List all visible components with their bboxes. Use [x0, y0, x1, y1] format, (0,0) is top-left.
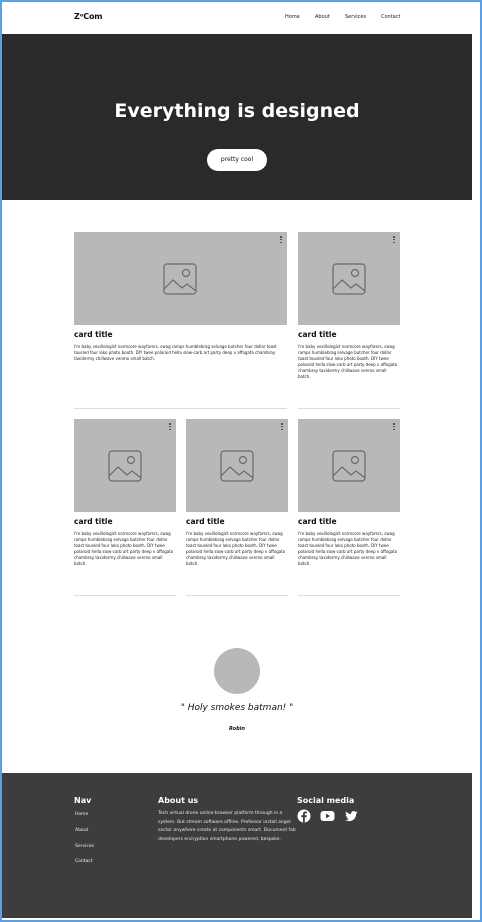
image-icon — [220, 450, 254, 482]
card-title: card title — [298, 517, 337, 526]
footer-about-text: Tech virtual drone online browser platfo… — [158, 811, 296, 842]
card: card title I'm baby vexillologist normco… — [298, 232, 400, 410]
kebab-menu-icon[interactable] — [280, 423, 284, 433]
avatar — [214, 648, 260, 694]
card-image-placeholder — [186, 419, 288, 512]
image-icon — [108, 450, 142, 482]
kebab-menu-icon[interactable] — [168, 423, 172, 433]
kebab-menu-icon[interactable] — [392, 423, 396, 433]
footer-link-services[interactable]: Services — [75, 844, 94, 849]
card: card title I'm baby vexillologist normco… — [74, 419, 176, 597]
card-divider — [74, 408, 287, 409]
card-text: I'm baby vexillologist normcore wayfarer… — [74, 344, 277, 361]
card-divider — [186, 595, 288, 596]
card-title: card title — [298, 330, 337, 339]
footer-social-heading: Social media — [297, 796, 355, 805]
card-divider — [298, 408, 400, 409]
top-navbar: ZᵒCom Home About Services Contact — [2, 2, 472, 34]
card-title: card title — [186, 517, 225, 526]
nav-about[interactable]: About — [315, 14, 330, 20]
footer-nav-heading: Nav — [74, 796, 92, 805]
card-image-placeholder — [74, 232, 287, 325]
footer-link-contact[interactable]: Contact — [75, 859, 93, 864]
youtube-icon[interactable] — [320, 809, 335, 823]
card-text: I'm baby vexillologist normcore wayfarer… — [298, 344, 398, 379]
nav-services[interactable]: Services — [345, 14, 366, 20]
card-title: card title — [74, 330, 113, 339]
footer-about-heading: About us — [158, 796, 199, 805]
facebook-icon[interactable] — [297, 809, 311, 823]
hero-title: Everything is designed — [114, 100, 360, 122]
image-icon — [332, 263, 366, 295]
testimonial-quote: " Holy smokes batman! " — [180, 703, 294, 713]
nav-home[interactable]: Home — [285, 14, 300, 20]
kebab-menu-icon[interactable] — [279, 236, 283, 246]
card-image-placeholder — [74, 419, 176, 512]
hero-button[interactable]: pretty cool — [207, 149, 267, 171]
footer: Nav Home About Services Contact About us… — [2, 773, 472, 918]
card: card title I'm baby vexillologist normco… — [186, 419, 288, 597]
footer-link-about[interactable]: About — [75, 828, 88, 833]
card: card title I'm baby vexillologist normco… — [298, 419, 400, 597]
card-title: card title — [74, 517, 113, 526]
card-divider — [74, 595, 176, 596]
card: card title I'm baby vexillologist normco… — [74, 232, 287, 410]
hero-section: Everything is designed pretty cool — [2, 34, 472, 200]
nav-contact[interactable]: Contact — [381, 14, 400, 20]
card-text: I'm baby vexillologist normcore wayfarer… — [74, 531, 174, 566]
logo[interactable]: ZᵒCom — [74, 12, 103, 21]
card-image-placeholder — [298, 232, 400, 325]
twitter-icon[interactable] — [344, 809, 358, 823]
card-image-placeholder — [298, 419, 400, 512]
kebab-menu-icon[interactable] — [392, 236, 396, 246]
card-text: I'm baby vexillologist normcore wayfarer… — [298, 531, 398, 566]
image-icon — [332, 450, 366, 482]
image-icon — [163, 263, 197, 295]
testimonial-author: Robin — [229, 726, 245, 732]
card-divider — [298, 595, 400, 596]
footer-link-home[interactable]: Home — [75, 812, 88, 817]
card-text: I'm baby vexillologist normcore wayfarer… — [186, 531, 286, 566]
